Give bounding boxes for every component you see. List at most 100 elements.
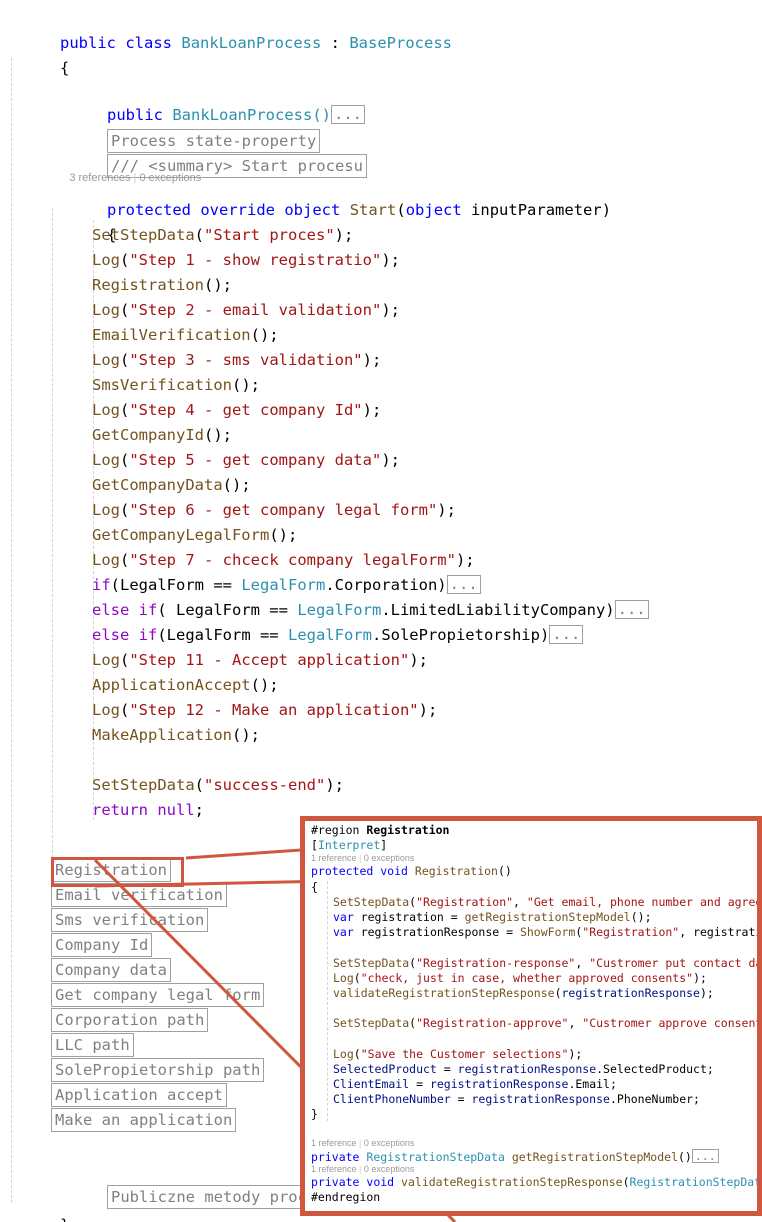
codelens-exceptions[interactable]: 0 exceptions (364, 1164, 415, 1174)
code-line[interactable]: var registration = getRegistrationStepMo… (311, 910, 757, 925)
code-token-mth: SetStepData (333, 894, 410, 909)
code-token-pln: () (497, 864, 512, 879)
code-line[interactable]: #endregion (311, 1190, 757, 1205)
code-token-pln: ( (622, 1174, 630, 1189)
code-token-pln: registrationResponse = (353, 925, 520, 940)
inset-code-surface[interactable]: #region Registration [Interpret] 1 referen… (305, 821, 757, 1205)
codelens-references[interactable]: 1 reference (311, 1164, 357, 1174)
code-line[interactable]: [Interpret] (311, 838, 757, 853)
code-token-pln: (); (630, 909, 652, 924)
code-token-str: "Registration-approve" (416, 1016, 569, 1031)
code-token-kw: var (333, 925, 354, 940)
codelens-exceptions[interactable]: 0 exceptions (364, 853, 415, 863)
code-token-str: "Custromer put contact data" (589, 955, 762, 970)
code-token-pln: = (450, 1092, 472, 1107)
code-line[interactable]: #region Registration (311, 823, 757, 838)
code-token-kw: void (366, 1174, 395, 1189)
code-line[interactable] (311, 940, 757, 955)
code-line[interactable]: ClientPhoneNumber = registrationResponse… (311, 1092, 757, 1107)
code-line[interactable]: Log("Save the Customer selections"); (311, 1047, 757, 1062)
code-token-fld: registrationResponse (471, 1092, 610, 1107)
code-token-pln (505, 1150, 512, 1164)
code-line[interactable]: SelectedProduct = registrationResponse.S… (311, 1062, 757, 1077)
registration-region-callout-panel[interactable]: #region Registration [Interpret] 1 referen… (300, 816, 762, 1216)
code-token-pln (394, 1175, 401, 1189)
codelens-separator: | (356, 1163, 364, 1174)
code-token-pln: , (568, 1016, 583, 1031)
code-token-pln: = (436, 1061, 458, 1076)
code-line[interactable] (311, 1123, 757, 1138)
code-line[interactable]: private RegistrationStepData getRegistra… (311, 1148, 757, 1164)
code-line[interactable]: protected void Registration() (311, 864, 757, 879)
collapsed-ellipsis[interactable]: ... (691, 1148, 719, 1163)
code-token-mth: Log (333, 970, 354, 985)
code-line[interactable]: var registrationResponse = ShowForm("Reg… (311, 925, 757, 940)
code-token-mth: getRegistrationStepModel (464, 909, 631, 924)
code-token-mth: ShowForm (519, 925, 576, 940)
code-line[interactable]: validateRegistrationStepResponse(registr… (311, 986, 757, 1001)
code-token-typ: RegistrationStepData (366, 1149, 505, 1164)
code-token-fld: registrationResponse (429, 1077, 569, 1091)
code-token-pln: , (575, 955, 590, 970)
code-token-pln: , (513, 894, 527, 909)
code-token-pln: ( (353, 970, 361, 985)
code-token-fld: ClientEmail (333, 1077, 410, 1091)
code-token-pln: = (409, 1077, 430, 1091)
code-token-mth: validateRegistrationStepResponse (333, 985, 555, 1000)
code-token-pln: , registration) (679, 925, 762, 940)
code-line[interactable]: Log("check, just in case, whether approv… (311, 971, 757, 986)
code-token-str: "Registration-response" (416, 955, 576, 970)
code-token-kw: protected (311, 864, 374, 879)
code-token-str: "Save the Customer selections" (360, 1046, 569, 1061)
code-token-prep: #endregion (311, 1190, 381, 1205)
code-token-prepname: Registration (366, 823, 450, 837)
code-line[interactable]: { (311, 880, 757, 895)
code-token-kw: void (380, 864, 408, 879)
code-token-mth: Log (333, 1046, 354, 1061)
codelens-exceptions[interactable]: 0 exceptions (364, 1138, 415, 1148)
code-token-fld: registrationResponse (457, 1061, 597, 1076)
code-token-pln: ); (693, 970, 707, 985)
code-token-kw: private (311, 1149, 360, 1164)
code-token-str: "Registration" (416, 894, 514, 909)
vs-code-editor-screenshot: public class BankLoanProcess : BaseProce… (0, 0, 762, 1222)
code-token-fld: ClientPhoneNumber (333, 1092, 451, 1107)
codelens-separator: | (356, 1137, 364, 1148)
code-token-mth: SetStepData (333, 955, 410, 970)
codelens-row[interactable]: 1 reference | 0 exceptions (311, 853, 757, 864)
inset-indent-guide (327, 881, 328, 1121)
code-token-typ: Interpret (317, 838, 381, 853)
code-token-pln: registration = (353, 909, 465, 924)
code-token-pln: } (311, 1107, 318, 1122)
code-token-mth: SetStepData (333, 1016, 410, 1031)
code-token-pln: ); (568, 1046, 583, 1061)
code-token-pln: .SelectedProduct; (596, 1061, 714, 1076)
registration-region-highlight-box[interactable] (51, 857, 184, 887)
code-token-pln: .PhoneNumber; (609, 1092, 700, 1107)
code-line[interactable] (311, 1031, 757, 1046)
code-token-pln: ( (554, 985, 562, 1000)
code-token-kw: var (333, 909, 354, 924)
code-token-pln: .Email; (568, 1077, 617, 1091)
code-token-pln (408, 864, 415, 878)
code-token-pln: [ (311, 838, 318, 853)
code-token-pln: ); (699, 985, 714, 1000)
code-line[interactable]: SetStepData("Registration-approve", "Cus… (311, 1016, 757, 1031)
code-token-fld: SelectedProduct (333, 1061, 437, 1076)
code-line[interactable]: private void validateRegistrationStepRes… (311, 1175, 757, 1190)
code-line[interactable] (311, 1001, 757, 1016)
codelens-row[interactable]: 1 reference | 0 exceptions (311, 1138, 757, 1149)
codelens-references[interactable]: 1 reference (311, 853, 357, 863)
codelens-references[interactable]: 1 reference (311, 1138, 357, 1148)
code-token-str: "Get email, phone number and agreemen (526, 894, 762, 909)
code-token-pln: () (678, 1149, 692, 1164)
codelens-row[interactable]: 1 reference | 0 exceptions (311, 1164, 757, 1175)
code-token-typ: RegistrationStepData (629, 1174, 762, 1189)
code-token-prep: #region (311, 823, 367, 837)
code-token-str: "Registration" (582, 925, 680, 940)
code-line[interactable]: } (311, 1107, 757, 1122)
code-line[interactable]: ClientEmail = registrationResponse.Email… (311, 1077, 757, 1092)
code-line[interactable]: SetStepData("Registration", "Get email, … (311, 895, 757, 910)
code-line[interactable]: SetStepData("Registration-response", "Cu… (311, 956, 757, 971)
code-token-str: "check, just in case, whether approved c… (360, 970, 694, 985)
